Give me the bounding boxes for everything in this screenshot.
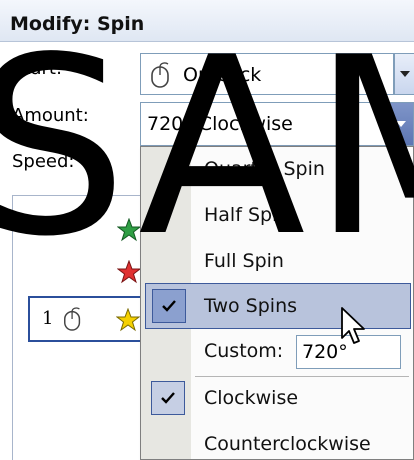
- menu-item-quarter-spin[interactable]: Quarter Spin: [141, 147, 413, 193]
- green-star-icon: [117, 218, 141, 242]
- amount-value: 720° Clockwise: [147, 113, 293, 135]
- check-box: [151, 381, 185, 415]
- menu-item-label: Two Spins: [204, 295, 298, 317]
- pane-title: Modify: Spin: [10, 13, 145, 35]
- chevron-down-icon: [399, 71, 410, 77]
- red-star-icon: [117, 260, 141, 284]
- amount-dropdown-button[interactable]: [387, 103, 413, 145]
- animation-order-number: 1: [42, 308, 54, 329]
- start-dropdown-button[interactable]: [394, 53, 414, 95]
- mouse-pointer-icon: [341, 307, 365, 344]
- custom-label: Custom:: [204, 340, 284, 362]
- menu-item-full-spin[interactable]: Full Spin: [141, 239, 413, 285]
- menu-item-label: Clockwise: [204, 387, 299, 409]
- menu-item-label: Counterclockwise: [204, 433, 371, 455]
- amount-dropdown[interactable]: 720° Clockwise: [140, 102, 414, 146]
- menu-item-half-spin[interactable]: Half Spin: [141, 193, 413, 239]
- menu-item-custom[interactable]: Custom: 720°: [141, 329, 413, 375]
- start-label: Start:: [12, 58, 63, 79]
- mouse-icon: [151, 62, 169, 88]
- start-dropdown[interactable]: On Click: [140, 53, 394, 95]
- menu-item-clockwise[interactable]: Clockwise: [141, 376, 413, 422]
- yellow-star-icon: [116, 308, 140, 332]
- chevron-down-icon: [395, 121, 406, 127]
- task-pane-header: Modify: Spin: [0, 0, 414, 42]
- mouse-icon: [64, 307, 81, 331]
- menu-item-two-spins[interactable]: Two Spins: [145, 283, 411, 329]
- menu-item-label: Quarter Spin: [204, 158, 325, 180]
- menu-item-counterclockwise[interactable]: Counterclockwise: [141, 422, 413, 460]
- checkmark-icon: [161, 392, 175, 404]
- menu-item-label: Half Spin: [204, 204, 290, 226]
- amount-dropdown-menu: Quarter Spin Half Spin Full Spin Two Spi…: [140, 146, 414, 460]
- amount-label: Amount:: [12, 105, 89, 126]
- start-value: On Click: [183, 64, 262, 86]
- check-box: [152, 289, 186, 323]
- menu-item-label: Full Spin: [204, 250, 284, 272]
- checkmark-icon: [162, 300, 176, 312]
- speed-label: Speed:: [12, 151, 75, 172]
